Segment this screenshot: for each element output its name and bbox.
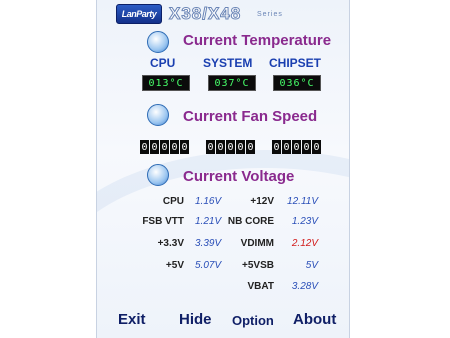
fan-digit: 0: [292, 140, 301, 154]
voltage-title: Current Voltage: [183, 168, 295, 185]
voltage-value: 1.23V: [291, 216, 318, 227]
option-button[interactable]: Option: [232, 313, 274, 328]
voltage-label: CPU: [162, 196, 184, 207]
voltage-value: 12.11V: [287, 196, 318, 207]
fan-digit: 0: [236, 140, 245, 154]
fan-icon: [147, 104, 169, 126]
voltage-label: +5VSB: [242, 260, 274, 271]
system-temp-label: SYSTEM: [203, 56, 253, 70]
voltage-value: 5V: [305, 260, 318, 271]
voltage-label: +12V: [250, 196, 274, 207]
model-title: X38/X48: [168, 4, 242, 24]
fan2-readout: 00000: [206, 140, 255, 154]
cpu-temp-readout: 013°C: [142, 75, 190, 91]
voltage-value: 1.16V: [195, 196, 222, 207]
voltage-label: +5V: [165, 260, 184, 271]
fan-digit: 0: [272, 140, 281, 154]
voltage-value: 1.21V: [195, 216, 222, 227]
brand-logo: LanParty: [116, 4, 162, 24]
cpu-temp-label: CPU: [150, 56, 176, 70]
fan-digit: 0: [312, 140, 321, 154]
chipset-temp-label: CHIPSET: [269, 56, 322, 70]
fan-digit: 0: [216, 140, 225, 154]
fan-speed-title: Current Fan Speed: [183, 108, 318, 125]
hide-button[interactable]: Hide: [179, 311, 212, 328]
voltage-value: 3.39V: [195, 238, 222, 249]
voltage-label: VBAT: [247, 281, 274, 292]
voltage-value: 2.12V: [291, 238, 318, 249]
voltage-label: NB CORE: [227, 216, 274, 227]
fan-digit: 0: [246, 140, 255, 154]
fan-digit: 0: [282, 140, 291, 154]
about-button[interactable]: About: [293, 311, 336, 328]
fan-digit: 0: [140, 140, 149, 154]
voltage-value: 5.07V: [195, 260, 222, 271]
series-label: Series: [257, 11, 283, 18]
sun-icon: [147, 31, 169, 53]
voltage-value: 3.28V: [291, 281, 318, 292]
fan-digit: 0: [302, 140, 311, 154]
fan-digit: 0: [180, 140, 189, 154]
chipset-temp-readout: 036°C: [273, 75, 321, 91]
fan-digit: 0: [160, 140, 169, 154]
voltage-label: +3.3V: [157, 238, 184, 249]
exit-button[interactable]: Exit: [118, 311, 146, 328]
fan3-readout: 00000: [272, 140, 321, 154]
fan-digit: 0: [150, 140, 159, 154]
voltage-label: FSB VTT: [142, 216, 184, 227]
temperature-title: Current Temperature: [183, 32, 332, 49]
voltage-label: VDIMM: [240, 238, 274, 249]
fan1-readout: 00000: [140, 140, 189, 154]
system-temp-readout: 037°C: [208, 75, 256, 91]
fan-digit: 0: [170, 140, 179, 154]
fan-digit: 0: [206, 140, 215, 154]
lightning-icon: [147, 164, 169, 186]
fan-digit: 0: [226, 140, 235, 154]
